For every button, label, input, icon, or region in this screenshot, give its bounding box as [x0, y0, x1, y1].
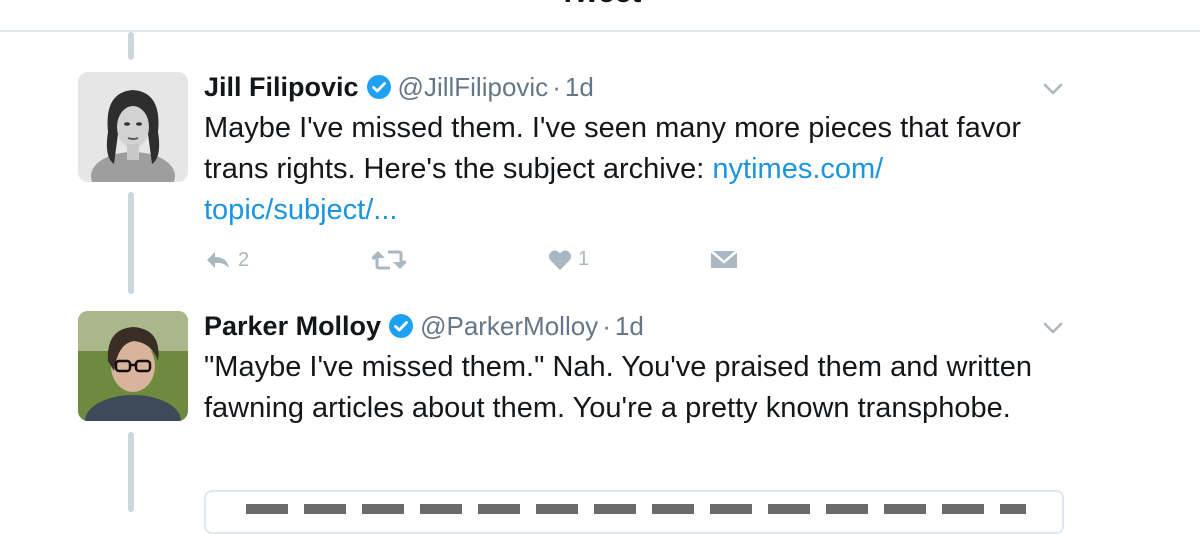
- heart-icon: [548, 250, 572, 270]
- thread-line: [128, 192, 134, 294]
- retweet-icon: [372, 250, 406, 270]
- tweet-header: Jill Filipovic @JillFilipovic · 1d: [204, 70, 594, 104]
- chevron-down-icon[interactable]: [1042, 82, 1064, 96]
- display-name[interactable]: Parker Molloy: [204, 311, 381, 342]
- avatar[interactable]: [78, 72, 188, 182]
- avatar-image: [78, 72, 188, 182]
- embedded-media-card[interactable]: [204, 490, 1064, 534]
- tweet-actions: 2 1: [204, 248, 764, 278]
- reply-button[interactable]: 2: [204, 248, 249, 272]
- thread-line: [128, 32, 134, 60]
- tweet-text-body: Maybe I've missed them. I've seen many m…: [204, 112, 1021, 185]
- like-count: 1: [578, 248, 590, 270]
- timestamp[interactable]: 1d: [565, 72, 594, 103]
- separator: ·: [602, 310, 611, 341]
- retweet-button[interactable]: [372, 248, 412, 272]
- timestamp[interactable]: 1d: [615, 311, 644, 342]
- avatar[interactable]: [78, 311, 188, 421]
- display-name[interactable]: Jill Filipovic: [204, 72, 359, 103]
- avatar-image: [78, 311, 188, 421]
- verified-badge-icon: [388, 313, 414, 339]
- page-title: Tweet: [0, 0, 1200, 16]
- chevron-down-icon[interactable]: [1042, 321, 1064, 335]
- reply-icon: [207, 252, 229, 268]
- reply-count: 2: [238, 248, 250, 271]
- tweet-text: Maybe I've missed them. I've seen many m…: [204, 108, 1084, 231]
- dm-icon: [710, 250, 738, 268]
- verified-badge-icon: [366, 74, 392, 100]
- username[interactable]: @JillFilipovic: [398, 72, 549, 103]
- tweet-header: Parker Molloy @ParkerMolloy · 1d: [204, 309, 644, 343]
- thread-line: [128, 432, 134, 512]
- header-divider: [0, 30, 1200, 32]
- separator: ·: [552, 71, 561, 102]
- tweet-text: "Maybe I've missed them." Nah. You've pr…: [204, 351, 1032, 424]
- direct-message-button[interactable]: [710, 248, 738, 270]
- username[interactable]: @ParkerMolloy: [420, 311, 598, 342]
- like-button[interactable]: 1: [548, 248, 589, 271]
